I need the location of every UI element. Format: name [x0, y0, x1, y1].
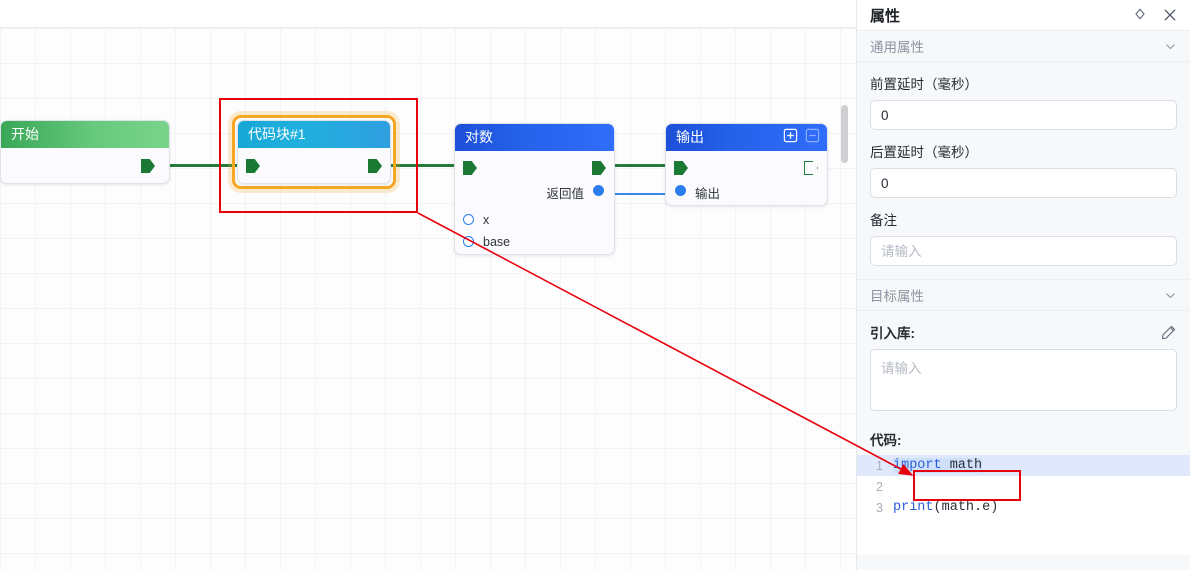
node-output-input-label: 输出: [695, 187, 721, 201]
node-output-body: 输出: [666, 151, 827, 206]
code-line-text-1: import math: [893, 458, 983, 473]
code-line-number-3: 3: [876, 500, 883, 515]
node-log-input-x-port[interactable]: [463, 214, 474, 225]
flow-canvas[interactable]: 开始 代码块#1 对数 返回值 x base 输出 输出: [0, 0, 856, 570]
node-log-input-base-label: base: [483, 235, 511, 249]
code-line-number-1: 1: [876, 458, 883, 473]
canvas-vertical-scrollbar[interactable]: [841, 30, 852, 568]
node-code-block-header: 代码块#1: [238, 121, 390, 148]
node-log-flow-in-port[interactable]: [463, 161, 477, 175]
node-output-header: 输出: [666, 124, 827, 151]
code-line-text-3: print(math.e): [893, 500, 998, 515]
import-lib-textarea[interactable]: [870, 349, 1177, 411]
node-code-block-body: [238, 148, 390, 184]
section-header-general[interactable]: 通用属性: [857, 31, 1190, 62]
code-token-call-args: (math.e): [933, 500, 999, 515]
canvas-grid-background: [0, 28, 856, 570]
node-code-block-title: 代码块#1: [248, 126, 306, 142]
field-post-delay: 后置延时（毫秒）: [857, 130, 1190, 198]
node-log-header: 对数: [455, 124, 614, 151]
code-token-keyword-print: print: [893, 500, 934, 515]
code-token-keyword-import: import: [893, 458, 942, 473]
node-log[interactable]: 对数 返回值 x base: [454, 123, 615, 255]
node-log-body: 返回值 x base: [455, 151, 614, 255]
edge-log-to-output: [605, 164, 673, 167]
remark-input[interactable]: [870, 236, 1177, 266]
node-output-flow-out-port[interactable]: [804, 161, 818, 175]
section-title-target: 目标属性: [870, 289, 924, 304]
node-log-input-base-port[interactable]: [463, 236, 474, 247]
canvas-scrollbar-thumb[interactable]: [841, 105, 848, 163]
node-log-return-label: 返回值: [546, 187, 584, 201]
chevron-down-icon[interactable]: [1164, 289, 1177, 302]
code-label: 代码:: [870, 433, 902, 448]
close-icon[interactable]: [1162, 7, 1178, 23]
code-token-module-math: math: [941, 458, 983, 473]
code-line-1[interactable]: 1 import math: [857, 455, 1190, 476]
node-output-flow-in-port[interactable]: [674, 161, 688, 175]
collapse-expand-icon[interactable]: [1132, 7, 1148, 23]
field-remark: 备注: [857, 198, 1190, 266]
edge-codeblock-to-log: [385, 164, 462, 167]
section-header-target[interactable]: 目标属性: [857, 280, 1190, 311]
properties-panel-header: 属性: [857, 0, 1190, 31]
node-output-title: 输出: [676, 129, 704, 145]
canvas-top-strip: [0, 0, 856, 28]
panel-header-icon-group: [1132, 7, 1178, 23]
node-output-header-icons: [783, 128, 820, 143]
pencil-icon[interactable]: [1160, 324, 1177, 341]
pre-delay-input[interactable]: [870, 100, 1177, 130]
import-lib-label-row: 引入库:: [857, 322, 1190, 342]
node-code-block-flow-in-port[interactable]: [246, 159, 260, 173]
node-output-input-port[interactable]: [675, 185, 686, 196]
node-log-title: 对数: [465, 129, 493, 145]
node-start-flow-out-port[interactable]: [141, 159, 155, 173]
edge-start-to-codeblock: [162, 164, 240, 167]
node-start[interactable]: 开始: [0, 120, 170, 184]
node-log-flow-out-port[interactable]: [592, 161, 606, 175]
code-line-number-2: 2: [876, 479, 883, 494]
field-post-delay-label: 后置延时（毫秒）: [870, 145, 978, 160]
node-code-block[interactable]: 代码块#1: [237, 120, 391, 184]
add-square-icon[interactable]: [783, 128, 798, 143]
node-log-input-x-label: x: [483, 213, 490, 227]
post-delay-input[interactable]: [870, 168, 1177, 198]
import-lib-label: 引入库:: [870, 326, 915, 341]
node-start-header: 开始: [1, 121, 169, 148]
section-title-general: 通用属性: [870, 40, 924, 55]
chevron-down-icon[interactable]: [1164, 40, 1177, 53]
field-pre-delay: 前置延时（毫秒）: [857, 62, 1190, 130]
field-import-lib: [857, 342, 1190, 416]
node-start-title: 开始: [11, 126, 39, 142]
code-line-2[interactable]: 2: [857, 476, 1190, 497]
node-log-return-port[interactable]: [593, 185, 604, 196]
node-output[interactable]: 输出 输出: [665, 123, 828, 206]
node-code-block-flow-out-port[interactable]: [368, 159, 382, 173]
code-editor[interactable]: 1 import math 2 3 print(math.e): [857, 455, 1190, 555]
field-pre-delay-label: 前置延时（毫秒）: [870, 77, 978, 92]
flow-editor-root: 开始 代码块#1 对数 返回值 x base 输出 输出 属性 通用属性 前置延…: [0, 0, 1190, 570]
page-title: 属性: [870, 7, 901, 25]
code-line-3[interactable]: 3 print(math.e): [857, 497, 1190, 518]
properties-panel: 属性 通用属性 前置延时（毫秒） 0 后置延时（毫秒） 0 备注 请输入 目标属…: [856, 0, 1190, 570]
remove-square-icon[interactable]: [805, 128, 820, 143]
node-start-body: [1, 148, 169, 184]
field-remark-label: 备注: [870, 213, 897, 228]
